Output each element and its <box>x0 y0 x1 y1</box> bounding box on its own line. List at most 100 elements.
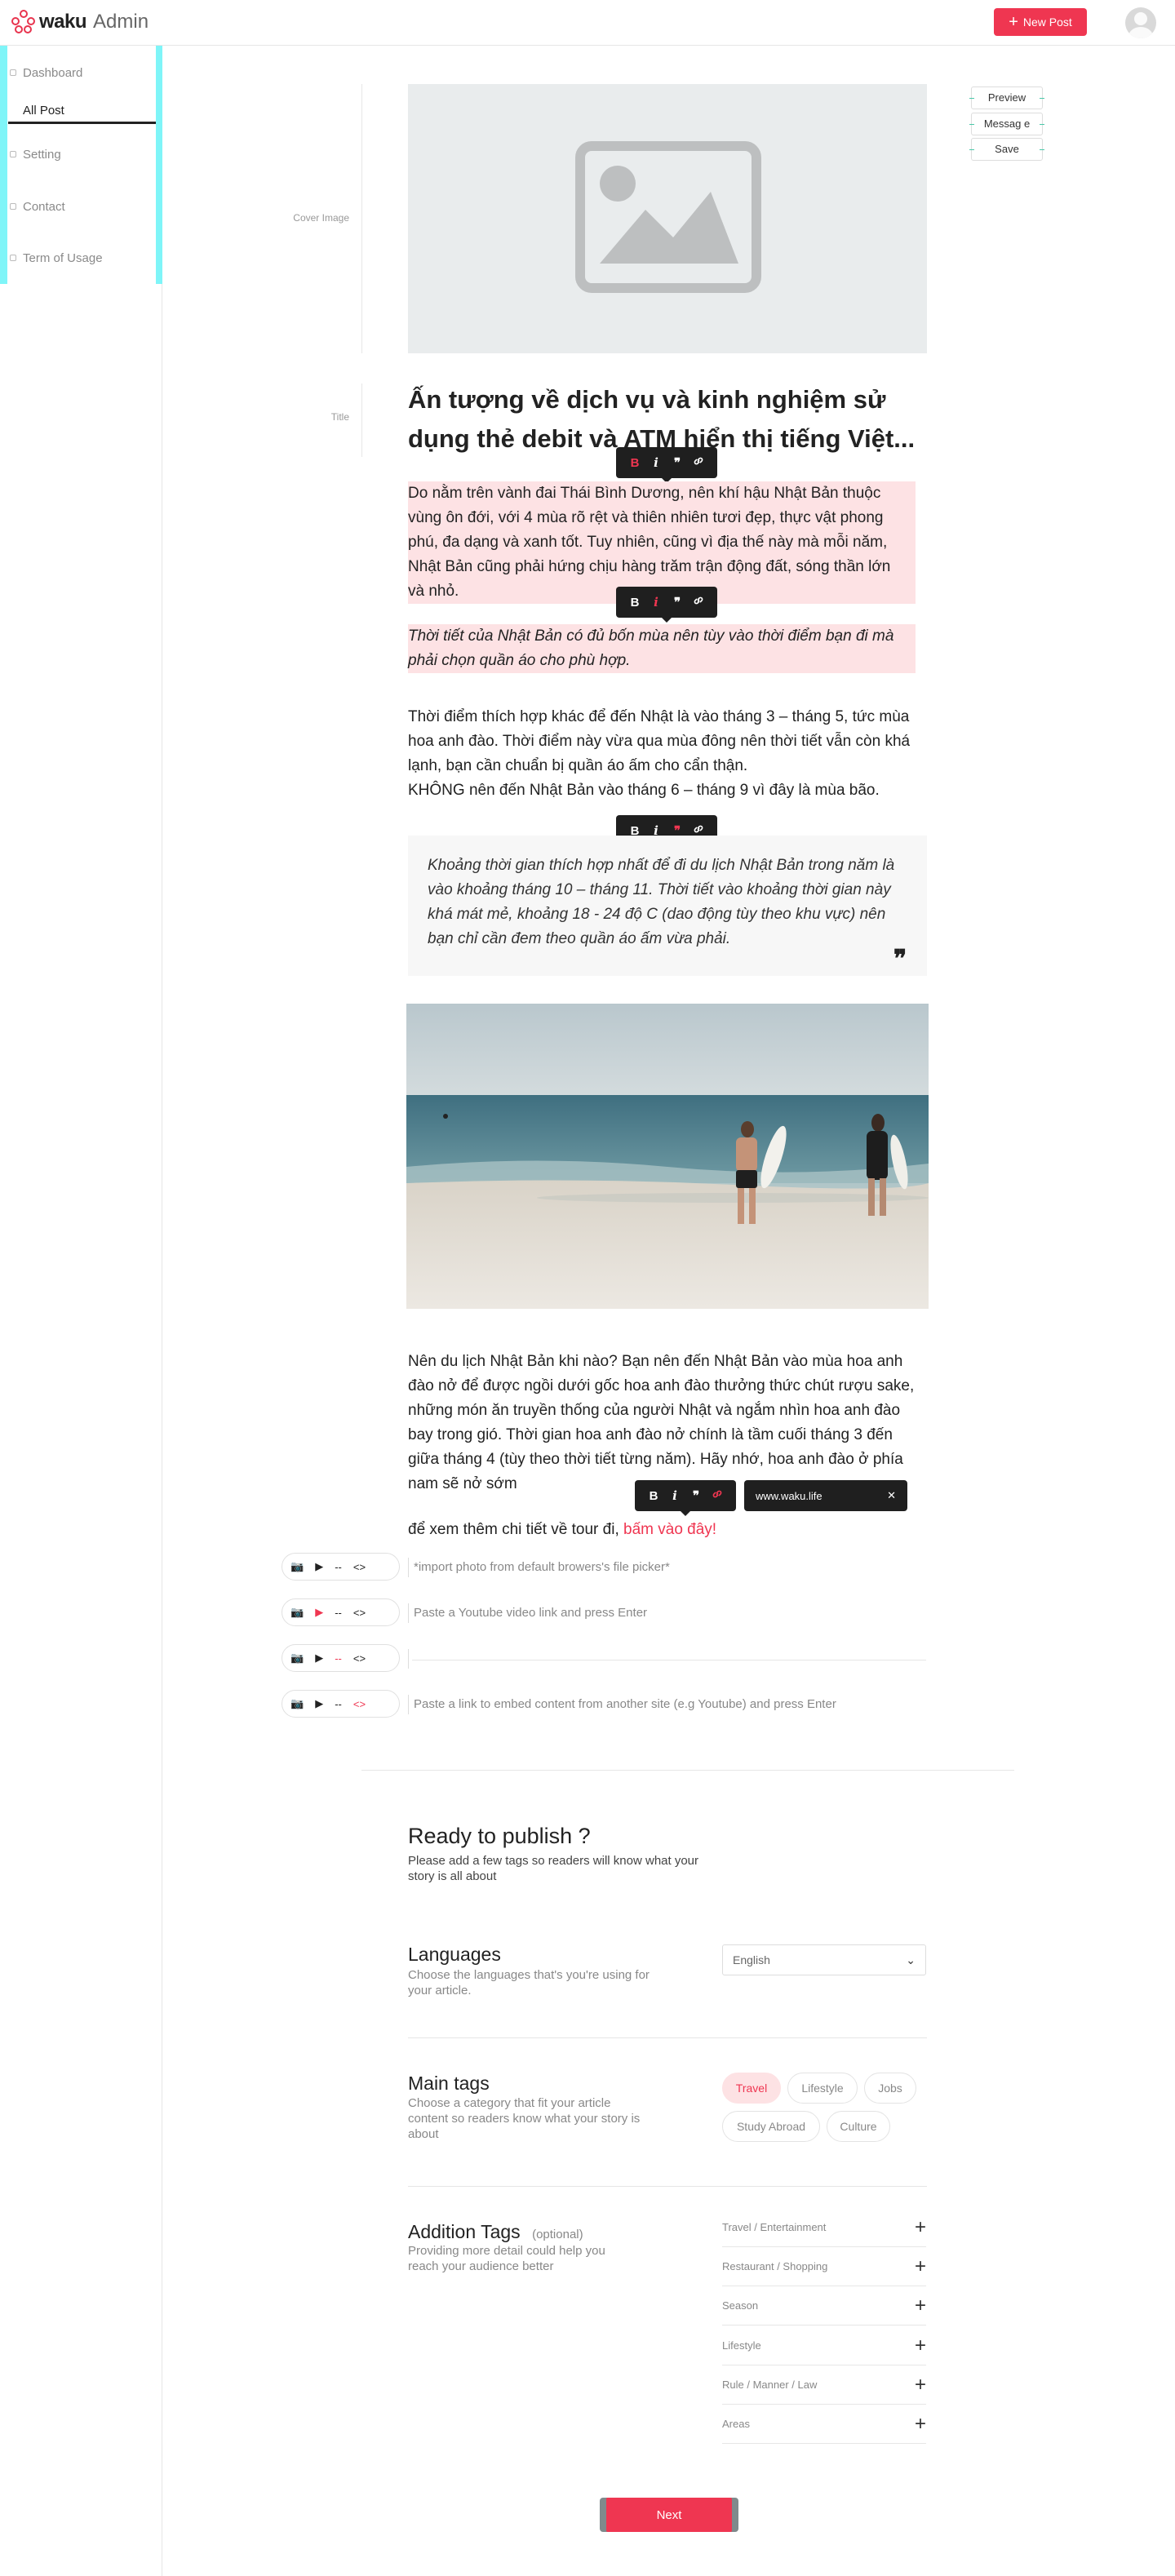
image-placeholder-icon <box>575 141 761 293</box>
italic-button[interactable]: i <box>664 1488 685 1503</box>
sidebar-item-dashboard[interactable]: Dashboard <box>8 60 156 85</box>
embed-separator <box>408 1603 409 1623</box>
terms-icon <box>10 255 16 261</box>
close-icon[interactable]: ✕ <box>887 1489 896 1502</box>
new-post-button[interactable]: + New Post <box>994 8 1087 36</box>
camera-icon[interactable]: 📷 <box>290 1652 304 1665</box>
optional-note: (optional) <box>532 2228 583 2241</box>
plus-icon[interactable]: + <box>915 2374 926 2396</box>
addition-tag-row[interactable]: Restaurant / Shopping + <box>722 2247 926 2286</box>
link-button[interactable] <box>688 595 709 610</box>
quote-button[interactable]: ❞ <box>667 455 688 470</box>
brand-name: waku <box>39 11 87 33</box>
addition-tags-heading: Addition Tags <box>408 2221 521 2242</box>
embed-separator <box>408 1558 409 1577</box>
embed-separator <box>408 1649 409 1669</box>
play-icon[interactable]: ▶ <box>315 1652 323 1665</box>
divider-icon[interactable]: -- <box>335 1652 342 1665</box>
sidebar-item-contact[interactable]: Contact <box>8 194 156 219</box>
embed-toolbar: 📷 ▶ -- <> <box>282 1598 400 1626</box>
plus-icon[interactable]: + <box>915 2216 926 2239</box>
preview-button[interactable]: Preview <box>969 86 1044 109</box>
link-icon <box>712 1490 722 1498</box>
main-tags-desc: Choose a category that fit your article … <box>408 2096 641 2141</box>
addition-tag-row[interactable]: Areas + <box>722 2405 926 2444</box>
divider-icon[interactable]: -- <box>335 1607 342 1619</box>
paragraph-with-link[interactable]: để xem thêm chi tiết về tour đi, bấm vào… <box>408 1518 922 1542</box>
play-icon[interactable]: ▶ <box>315 1697 323 1710</box>
bold-button[interactable]: B <box>643 1489 664 1503</box>
link-url[interactable]: www.waku.life <box>756 1490 822 1502</box>
title-label: Title <box>330 411 349 423</box>
sidebar-item-all-post[interactable]: All Post <box>8 100 156 124</box>
addition-tag-row[interactable]: Season + <box>722 2286 926 2325</box>
italic-button[interactable]: i <box>645 455 667 470</box>
tag-chip-culture[interactable]: Culture <box>827 2111 890 2142</box>
bold-button[interactable]: B <box>624 596 645 610</box>
divider-icon[interactable]: -- <box>335 1698 342 1710</box>
paragraph-italic[interactable]: Thời tiết của Nhật Bản có đủ bốn mùa nên… <box>408 624 916 673</box>
italic-button[interactable]: i <box>645 595 667 610</box>
bold-button[interactable]: B <box>624 456 645 470</box>
user-avatar[interactable] <box>1125 7 1156 38</box>
cover-image-placeholder[interactable] <box>408 84 927 353</box>
addition-tag-label: Rule / Manner / Law <box>722 2379 818 2391</box>
sidebar-item-term-of-usage[interactable]: Term of Usage <box>8 246 156 270</box>
tag-chip-study-abroad[interactable]: Study Abroad <box>722 2111 820 2142</box>
embed-hint[interactable]: Paste a link to embed content from anoth… <box>414 1697 836 1711</box>
link-button[interactable] <box>688 455 709 470</box>
preview-label: Preview <box>987 91 1026 104</box>
sidebar-item-setting[interactable]: Setting <box>8 142 156 166</box>
cover-divider <box>361 84 362 353</box>
quote-button[interactable]: ❞ <box>685 1488 707 1503</box>
camera-icon[interactable]: 📷 <box>290 1606 304 1619</box>
plus-icon[interactable]: + <box>915 2255 926 2278</box>
plus-icon[interactable]: + <box>915 2413 926 2436</box>
camera-icon[interactable]: 📷 <box>290 1560 304 1573</box>
code-icon[interactable]: <> <box>353 1607 366 1619</box>
logo[interactable]: waku Admin <box>11 10 149 34</box>
blockquote[interactable]: Khoảng thời gian thích hợp nhất để đi du… <box>408 836 927 976</box>
next-button[interactable]: Next <box>606 2498 732 2532</box>
publish-heading: Ready to publish ? <box>408 1824 591 1848</box>
play-icon[interactable]: ▶ <box>315 1606 323 1619</box>
addition-tags-desc: Providing more detail could help you rea… <box>408 2244 605 2273</box>
code-icon[interactable]: <> <box>353 1652 366 1665</box>
embed-row-code: 📷 ▶ -- <> Paste a link to embed content … <box>282 1690 926 1718</box>
language-select[interactable]: English ⌄ <box>722 1944 926 1975</box>
link-icon <box>694 457 703 465</box>
message-button[interactable]: Messag e <box>969 113 1044 135</box>
code-icon[interactable]: <> <box>353 1561 366 1573</box>
paragraph[interactable]: Nên du lịch Nhật Bản khi nào? Bạn nên đế… <box>408 1350 922 1496</box>
paragraph-highlighted[interactable]: Do nằm trên vành đai Thái Bình Dương, nê… <box>408 481 916 604</box>
divider-icon[interactable]: -- <box>335 1561 342 1573</box>
addition-tag-label: Restaurant / Shopping <box>722 2260 828 2272</box>
embed-hint[interactable]: Paste a Youtube video link and press Ent… <box>414 1606 647 1620</box>
plus-icon[interactable]: + <box>915 2334 926 2357</box>
languages-desc: Choose the languages that's you're using… <box>408 1968 650 1997</box>
paragraph-text: để xem thêm chi tiết về tour đi, <box>408 1521 619 1538</box>
save-button[interactable]: Save <box>969 138 1044 161</box>
tag-chip-lifestyle[interactable]: Lifestyle <box>787 2073 858 2104</box>
section-name: Admin <box>93 11 149 33</box>
contact-icon <box>10 203 16 210</box>
beach-photo[interactable] <box>406 1004 929 1309</box>
link-button[interactable] <box>707 1488 728 1503</box>
addition-tag-label: Lifestyle <box>722 2339 761 2352</box>
inline-link[interactable]: bấm vào đây! <box>623 1521 716 1538</box>
section-divider <box>408 2186 927 2187</box>
paragraph[interactable]: KHÔNG nên đến Nhật Bản vào tháng 6 – thá… <box>408 778 922 803</box>
paragraph[interactable]: Thời điểm thích hợp khác để đến Nhật là … <box>408 705 922 778</box>
code-icon[interactable]: <> <box>353 1698 366 1710</box>
addition-tag-row[interactable]: Travel / Entertainment + <box>722 2208 926 2247</box>
camera-icon[interactable]: 📷 <box>290 1697 304 1710</box>
quote-button[interactable]: ❞ <box>667 595 688 610</box>
plus-icon[interactable]: + <box>915 2294 926 2317</box>
addition-tag-row[interactable]: Lifestyle + <box>722 2326 926 2365</box>
tag-chip-jobs[interactable]: Jobs <box>864 2073 916 2104</box>
addition-tag-row[interactable]: Rule / Manner / Law + <box>722 2365 926 2405</box>
play-icon[interactable]: ▶ <box>315 1560 323 1573</box>
embed-hint[interactable]: *import photo from default browers's fil… <box>414 1560 670 1574</box>
tag-chip-travel[interactable]: Travel <box>722 2073 781 2104</box>
new-post-label: New Post <box>1022 16 1072 29</box>
